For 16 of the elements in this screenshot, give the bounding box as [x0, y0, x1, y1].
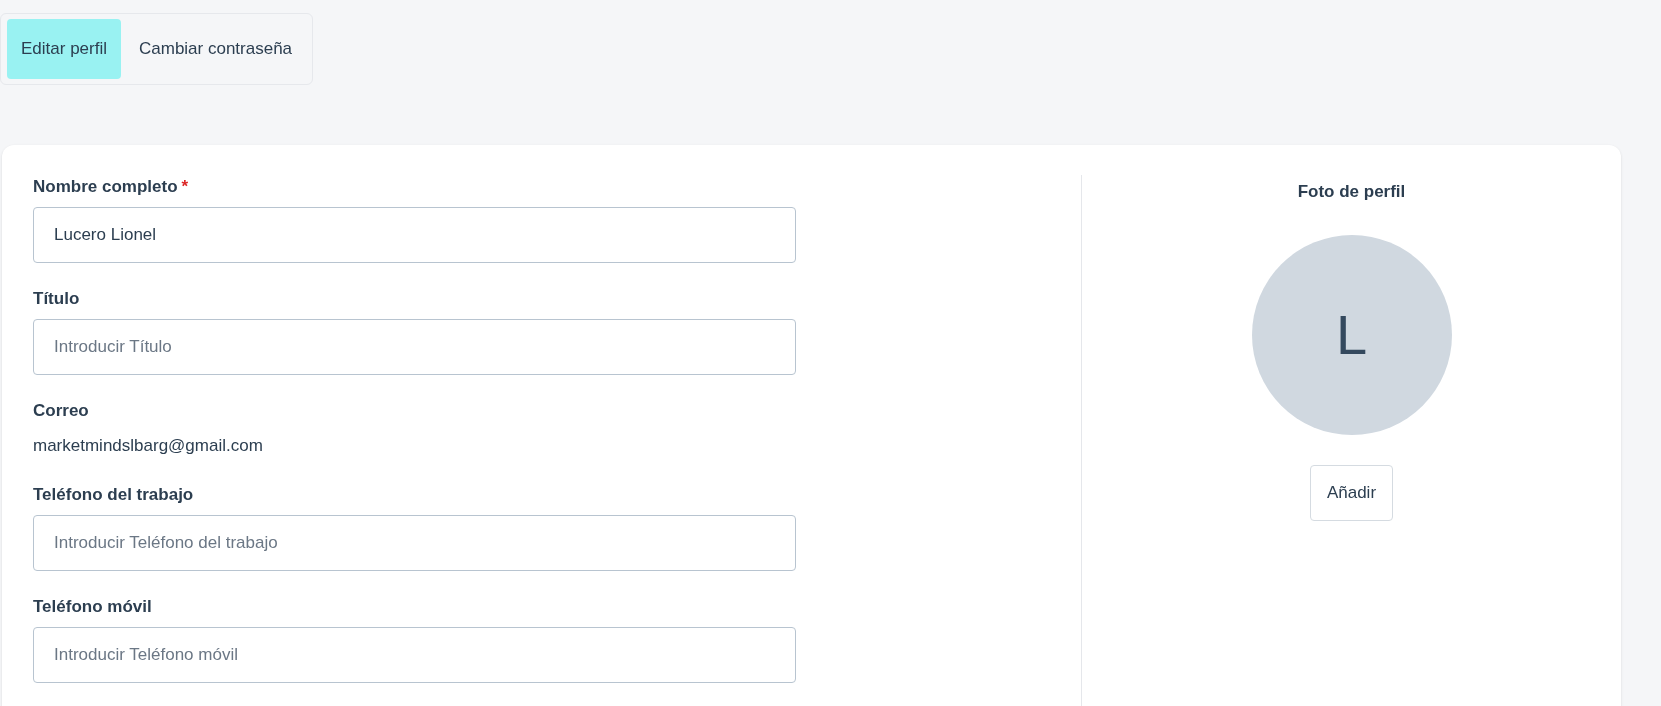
- avatar: L: [1251, 234, 1452, 435]
- tab[interactable]: Cambiar contraseña: [125, 19, 307, 79]
- input-field[interactable]: Introducir Título: [33, 319, 796, 375]
- required-mark: *: [181, 176, 189, 199]
- input-field[interactable]: Lucero Lionel: [33, 207, 796, 263]
- field-label: Teléfono móvil: [33, 595, 152, 618]
- input-field[interactable]: Introducir Teléfono del trabajo: [33, 514, 796, 571]
- field-label: Título: [33, 288, 80, 310]
- field-label: Teléfono del trabajo: [33, 483, 194, 506]
- input-field[interactable]: Introducir Teléfono móvil: [33, 626, 796, 683]
- field-label: Nombre completo: [33, 176, 178, 198]
- tab[interactable]: Editar perfil: [7, 19, 121, 79]
- field-value: marketmindslbarg@gmail.com: [33, 435, 263, 457]
- add-button[interactable]: Añadir: [1309, 464, 1394, 521]
- photo-title: Foto de perfil: [1297, 181, 1406, 203]
- field-label: Correo: [33, 400, 89, 422]
